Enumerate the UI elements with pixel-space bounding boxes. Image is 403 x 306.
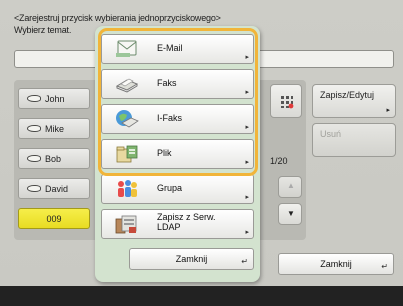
menu-item-label: I-Faks: [157, 113, 183, 123]
chevron-right-icon: ▸: [245, 54, 249, 61]
save-edit-button[interactable]: Zapisz/Edytuj ▸: [312, 84, 396, 118]
file-icon: [116, 145, 138, 163]
menu-item-label: Faks: [157, 78, 177, 88]
menu-item-label: E-Mail: [157, 43, 183, 53]
return-icon: ↵: [381, 262, 388, 271]
menu-item-file[interactable]: Plik ▸: [101, 139, 254, 169]
toggle-view-button[interactable]: [270, 84, 302, 118]
contact-button-selected[interactable]: 009: [18, 208, 90, 229]
arrow-up-icon: ▲: [287, 181, 295, 190]
close-button[interactable]: Zamknij ↵: [278, 253, 394, 275]
chevron-right-icon: ▸: [245, 159, 249, 166]
contact-label: John: [45, 93, 65, 104]
chevron-right-icon: ▸: [245, 229, 249, 236]
screen-title: <Zarejestruj przycisk wybierania jednopr…: [14, 13, 221, 23]
delete-button[interactable]: Usuń: [312, 123, 396, 157]
menu-item-email[interactable]: E-Mail ▸: [101, 34, 254, 64]
contact-label: Mike: [45, 123, 65, 134]
menu-item-save-from-ldap[interactable]: Zapisz z Serw. LDAP ▸: [101, 209, 254, 239]
bottom-bar: [0, 286, 403, 306]
contact-label: Bob: [45, 153, 62, 164]
menu-item-ifax[interactable]: I-Faks ▸: [101, 104, 254, 134]
chevron-right-icon: ▸: [245, 124, 249, 131]
menu-close-button[interactable]: Zamknij ↵: [129, 248, 254, 270]
contact-button-mike[interactable]: Mike: [18, 118, 90, 139]
group-icon: [118, 180, 137, 197]
contact-label: David: [45, 183, 69, 194]
fax-icon: [115, 78, 139, 93]
contact-button-john[interactable]: John: [18, 88, 90, 109]
ifax-icon: [116, 110, 139, 128]
save-edit-label: Zapisz/Edytuj: [320, 90, 375, 100]
page-indicator: 1/20: [270, 156, 288, 166]
chevron-right-icon: ▸: [386, 107, 390, 114]
contact-button-david[interactable]: David: [18, 178, 90, 199]
menu-item-label-line1: Zapisz z Serw.: [157, 212, 216, 222]
ldap-server-icon: [115, 215, 137, 234]
screen-subtitle: Wybierz temat.: [14, 25, 72, 35]
close-label: Zamknij: [320, 259, 352, 269]
contact-card-icon: [25, 94, 43, 103]
menu-item-group[interactable]: Grupa ▸: [101, 174, 254, 204]
menu-item-fax[interactable]: Faks ▸: [101, 69, 254, 99]
chevron-right-icon: ▸: [245, 89, 249, 96]
chevron-right-icon: ▸: [245, 194, 249, 201]
menu-item-label-line2: LDAP: [157, 222, 181, 232]
scroll-up-button[interactable]: ▲: [278, 176, 302, 198]
arrow-down-icon: ▼: [287, 209, 295, 218]
menu-close-label: Zamknij: [175, 254, 208, 264]
return-icon: ↵: [241, 257, 248, 266]
contact-button-bob[interactable]: Bob: [18, 148, 90, 169]
grid-icon: [281, 96, 294, 109]
contact-card-icon: [25, 154, 43, 163]
menu-item-label: Zapisz z Serw. LDAP: [157, 212, 216, 232]
contact-card-icon: [25, 124, 43, 133]
scroll-down-button[interactable]: ▼: [278, 203, 302, 225]
contact-card-icon: [25, 184, 43, 193]
contact-label: 009: [46, 213, 62, 224]
email-icon: [116, 40, 137, 57]
menu-item-label: Plik: [157, 148, 172, 158]
register-one-touch-screen: <Zarejestruj przycisk wybierania jednopr…: [0, 0, 403, 286]
menu-item-label: Grupa: [157, 183, 183, 193]
delete-label: Usuń: [320, 129, 342, 139]
